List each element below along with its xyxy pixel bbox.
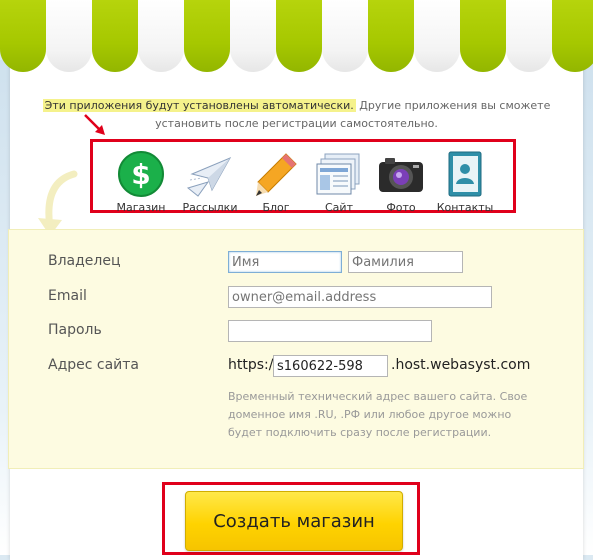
app-label: Блог (262, 201, 290, 214)
app-contacts: Контакты (433, 150, 497, 214)
website-icon (316, 153, 360, 195)
striped-awning (0, 0, 593, 72)
email-input[interactable] (228, 286, 492, 308)
paper-planes-icon (186, 156, 232, 197)
app-label: Рассылки (182, 201, 238, 214)
app-photos: Фото (369, 150, 433, 214)
app-shop: $ Магазин (109, 150, 173, 214)
contacts-book-icon (448, 151, 482, 197)
last-name-input[interactable] (348, 251, 463, 273)
app-blog: Блог (244, 150, 308, 214)
url-suffix: .host.webasyst.com (391, 357, 531, 373)
apps-highlight-box: $ Магазин Рассылки Блог Сайт Фото Контак… (90, 139, 516, 214)
pencil-icon (256, 153, 297, 196)
intro-text: Эти приложения будут установлены автомат… (40, 97, 553, 133)
camera-icon (379, 158, 423, 192)
app-label: Магазин (116, 201, 166, 214)
site-address-label: Адрес сайта (48, 357, 140, 373)
create-shop-button[interactable]: Создать магазин (185, 491, 403, 551)
dollar-icon: $ (118, 151, 164, 197)
email-label: Email (48, 288, 87, 304)
svg-text:$: $ (131, 158, 150, 191)
owner-label: Владелец (48, 253, 121, 269)
subdomain-input[interactable] (273, 355, 388, 377)
password-label: Пароль (48, 322, 102, 338)
app-site: Сайт (307, 150, 371, 214)
app-label: Контакты (436, 201, 494, 214)
app-label: Фото (386, 201, 416, 214)
url-prefix: https:// (228, 357, 279, 373)
red-arrow-icon (84, 114, 105, 135)
address-hint: Временный технический адрес вашего сайта… (228, 390, 528, 439)
first-name-input[interactable] (228, 251, 342, 273)
app-label: Сайт (325, 201, 353, 214)
intro-highlight: Эти приложения будут установлены автомат… (42, 99, 356, 112)
password-input[interactable] (228, 320, 432, 342)
app-mailer: Рассылки (178, 150, 242, 214)
